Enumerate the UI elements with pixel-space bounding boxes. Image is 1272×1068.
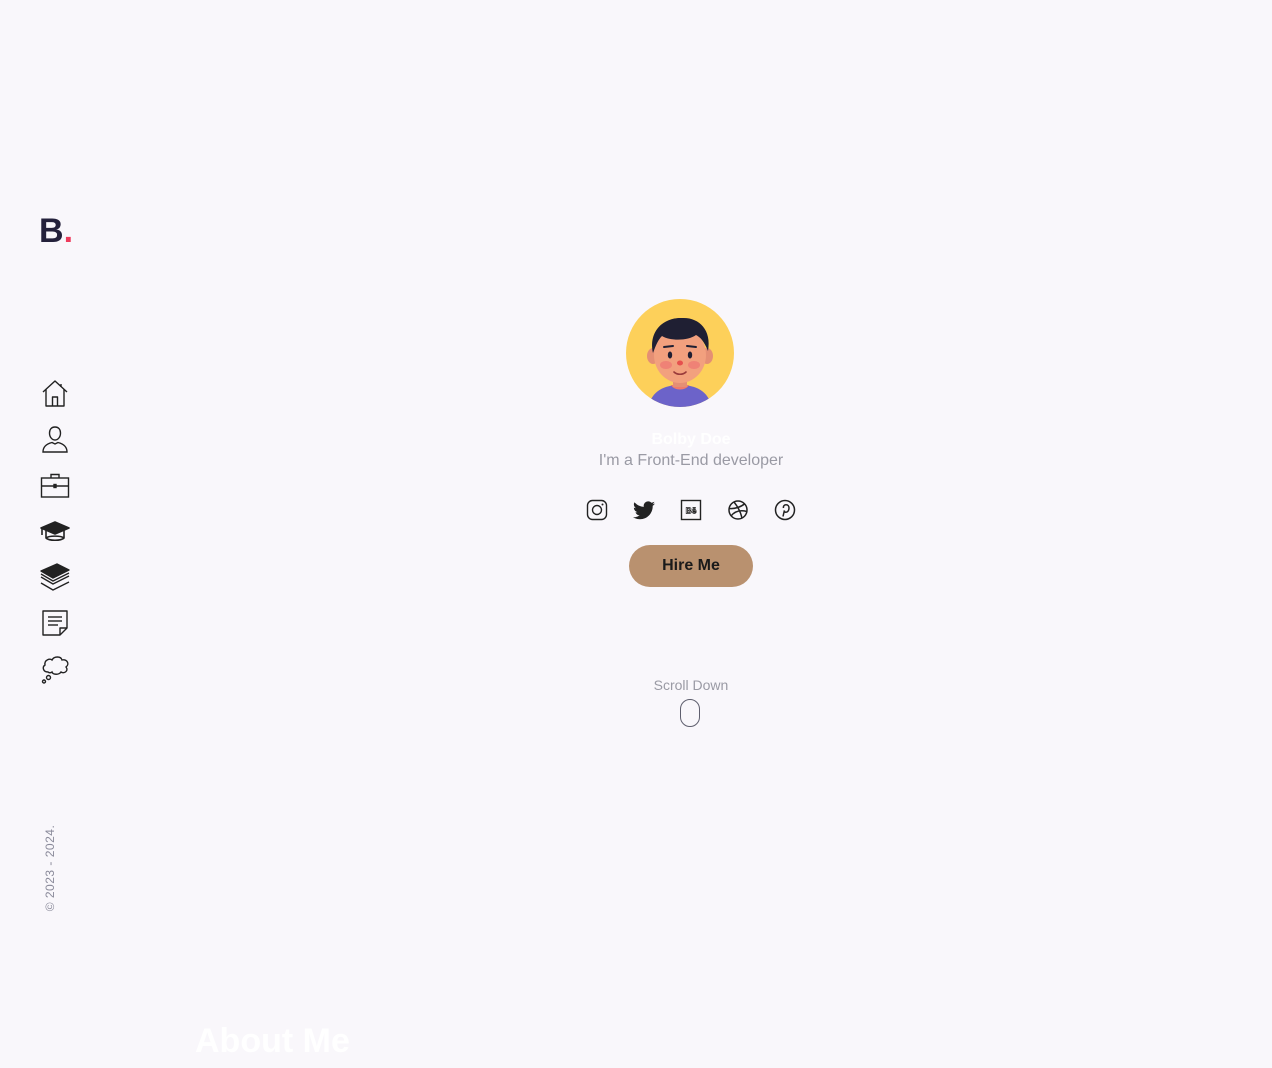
nav-briefcase-icon[interactable] xyxy=(38,468,72,502)
nav-layers-icon[interactable] xyxy=(38,560,72,594)
copyright-text: © 2023 - 2024. xyxy=(43,824,57,912)
site-logo[interactable]: B. xyxy=(39,214,73,248)
dribbble-icon[interactable] xyxy=(726,498,750,522)
logo-letter: B xyxy=(39,212,64,250)
nav-graduation-cap-icon[interactable] xyxy=(38,514,72,548)
page: B. © 2023 - 2024. Bolby Doe I'm a Front-… xyxy=(0,0,1272,1068)
nav-note-icon[interactable] xyxy=(38,606,72,640)
logo-dot: . xyxy=(63,212,74,250)
instagram-icon[interactable] xyxy=(585,498,609,522)
behance-icon[interactable]: Bē xyxy=(679,498,703,522)
hero-name: Bolby Doe xyxy=(651,431,731,448)
avatar xyxy=(626,299,734,407)
svg-text:Bē: Bē xyxy=(686,506,697,516)
social-links: Bē xyxy=(585,497,797,523)
pinterest-icon[interactable] xyxy=(773,498,797,522)
hire-me-button[interactable]: Hire Me xyxy=(629,545,753,587)
scroll-down-label: Scroll Down xyxy=(653,677,729,693)
about-section-title: About Me xyxy=(195,1022,350,1060)
mouse-scroll-icon[interactable] xyxy=(680,699,700,727)
nav-home-icon[interactable] xyxy=(38,376,72,410)
hero-role: I'm a Front-End developer xyxy=(598,452,784,469)
twitter-icon[interactable] xyxy=(632,498,656,522)
